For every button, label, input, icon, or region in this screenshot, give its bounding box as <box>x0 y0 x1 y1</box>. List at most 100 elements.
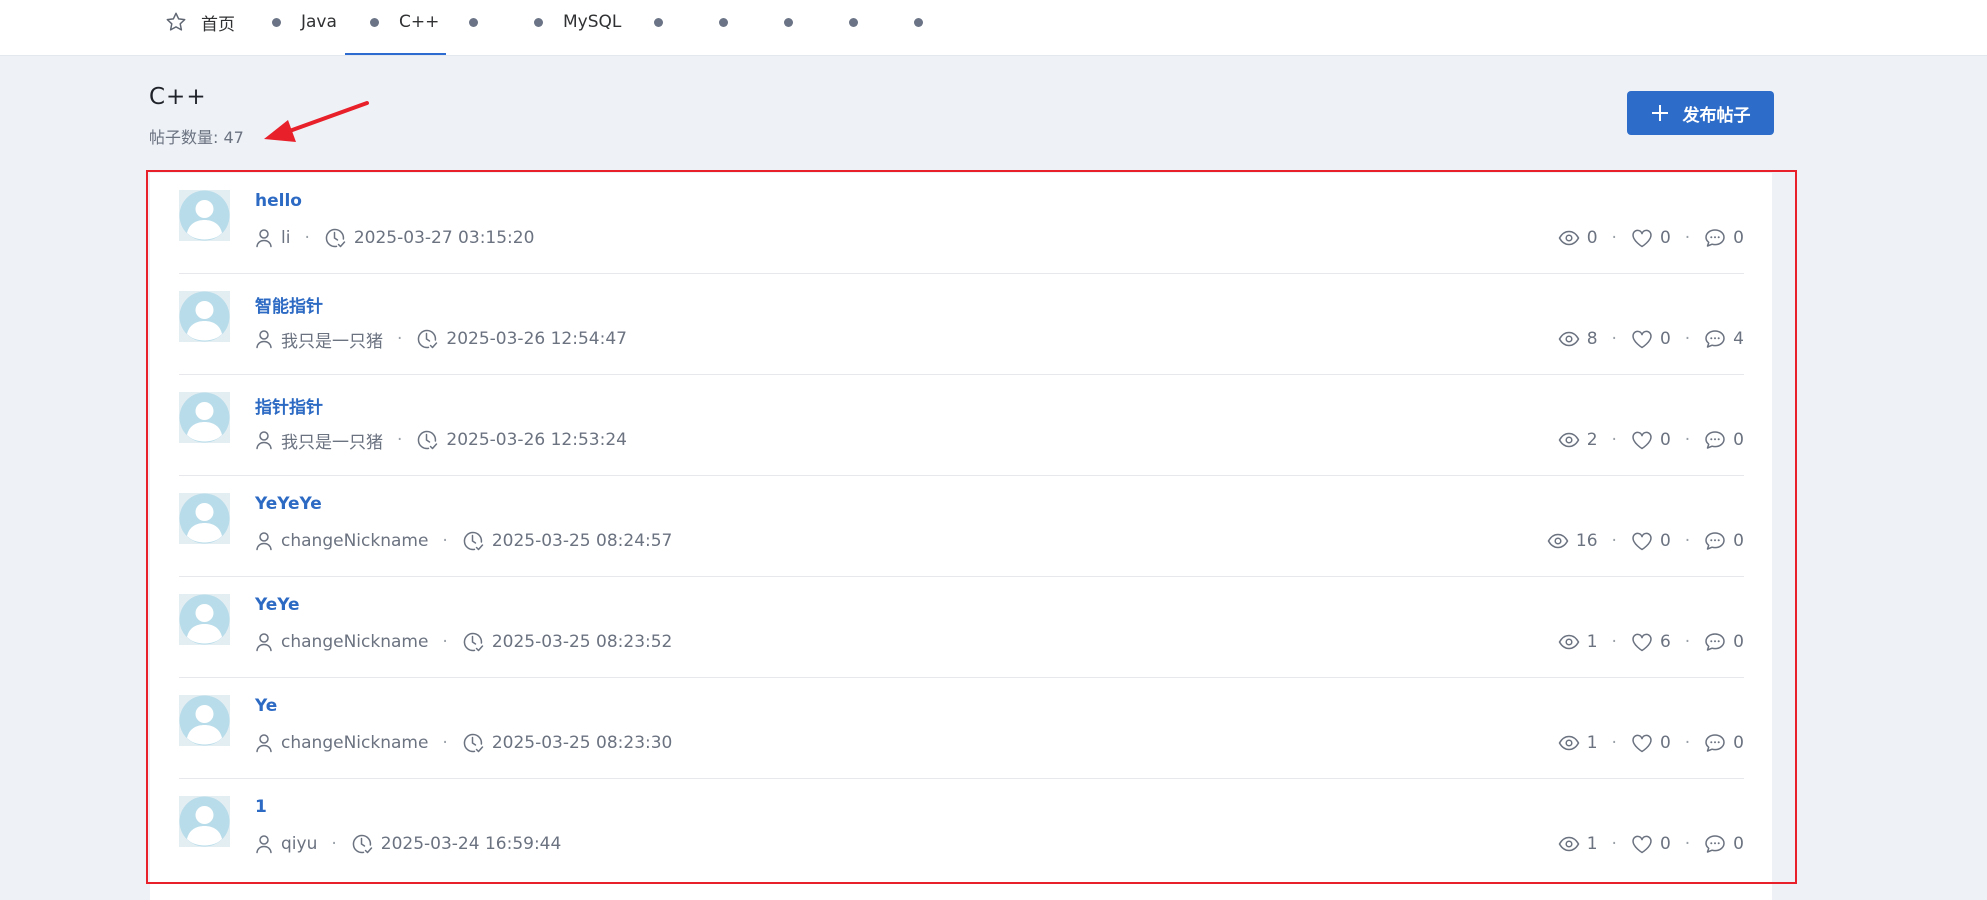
nav-item-home[interactable]: 首页 <box>165 0 235 44</box>
nav-item-unlabeled-5[interactable] <box>849 18 858 27</box>
separator: · <box>1684 228 1691 248</box>
view-count: 1 <box>1558 632 1598 652</box>
user-icon <box>255 228 273 248</box>
post-title[interactable]: YeYe <box>255 595 300 615</box>
post-stats: 0 · 0 · 0 <box>1558 226 1744 250</box>
comment-count[interactable]: 0 <box>1704 733 1744 753</box>
user-icon <box>255 632 273 652</box>
separator: · <box>442 733 448 753</box>
clock-icon <box>416 328 438 350</box>
view-count: 0 <box>1558 228 1598 248</box>
heart-icon <box>1631 329 1653 349</box>
avatar[interactable] <box>179 291 230 342</box>
nav-item-mysql[interactable]: MySQL <box>534 0 621 44</box>
clock-icon <box>462 732 484 754</box>
view-count-value: 0 <box>1586 228 1598 248</box>
clock-icon <box>351 833 373 855</box>
avatar[interactable] <box>179 190 230 241</box>
post-item[interactable]: 智能指针 我只是一只猪 · 2025-03-26 12:54:47 8 · 0 … <box>179 274 1744 375</box>
nav-item-unlabeled-6[interactable] <box>914 18 923 27</box>
publish-post-label: 发布帖子 <box>1682 105 1751 126</box>
post-author[interactable]: changeNickname <box>281 733 428 753</box>
comment-icon <box>1704 329 1726 349</box>
nav-item-java[interactable]: Java <box>272 0 337 44</box>
comment-icon <box>1704 733 1726 753</box>
nav-item-cpp[interactable]: C++ <box>370 0 439 44</box>
post-author[interactable]: 我只是一只猪 <box>281 428 383 453</box>
heart-icon <box>1631 834 1653 854</box>
user-icon <box>255 329 273 349</box>
post-item[interactable]: YeYeYe changeNickname · 2025-03-25 08:24… <box>179 476 1744 577</box>
avatar[interactable] <box>179 695 230 746</box>
comment-count[interactable]: 0 <box>1704 430 1744 450</box>
post-time: 2025-03-26 12:54:47 <box>446 329 627 349</box>
post-title[interactable]: 1 <box>255 797 267 817</box>
heart-icon <box>1631 733 1653 753</box>
post-item[interactable]: 1 qiyu · 2025-03-24 16:59:44 1 · 0 · 0 <box>179 779 1744 880</box>
post-author[interactable]: li <box>281 228 290 248</box>
post-title[interactable]: YeYeYe <box>255 494 322 514</box>
comment-count[interactable]: 0 <box>1704 834 1744 854</box>
post-title[interactable]: Ye <box>255 696 277 716</box>
post-meta: qiyu · 2025-03-24 16:59:44 <box>255 832 561 856</box>
nav-item-unlabeled-1[interactable] <box>469 18 478 27</box>
comment-count[interactable]: 0 <box>1704 632 1744 652</box>
nav-item-unlabeled-4[interactable] <box>784 18 793 27</box>
eye-icon <box>1558 735 1580 751</box>
avatar[interactable] <box>179 392 230 443</box>
plus-icon <box>1651 104 1669 122</box>
publish-post-button[interactable]: 发布帖子 <box>1627 91 1774 135</box>
avatar[interactable] <box>179 594 230 645</box>
comment-count[interactable]: 4 <box>1704 329 1744 349</box>
post-title[interactable]: 智能指针 <box>255 292 323 317</box>
separator: · <box>1684 733 1691 753</box>
post-author[interactable]: 我只是一只猪 <box>281 327 383 352</box>
comment-count[interactable]: 0 <box>1704 228 1744 248</box>
star-icon <box>165 11 187 33</box>
like-count[interactable]: 0 <box>1631 329 1671 349</box>
post-stats: 1 · 0 · 0 <box>1558 832 1744 856</box>
like-count[interactable]: 0 <box>1631 834 1671 854</box>
like-count[interactable]: 0 <box>1631 228 1671 248</box>
post-stats: 16 · 0 · 0 <box>1547 529 1744 553</box>
post-title[interactable]: 指针指针 <box>255 393 323 418</box>
post-meta: changeNickname · 2025-03-25 08:23:52 <box>255 630 672 654</box>
like-count[interactable]: 0 <box>1631 733 1671 753</box>
view-count-value: 8 <box>1586 329 1598 349</box>
view-count-value: 2 <box>1586 430 1598 450</box>
post-item[interactable]: 指针指针 我只是一只猪 · 2025-03-26 12:53:24 2 · 0 … <box>179 375 1744 476</box>
view-count-value: 16 <box>1575 531 1598 551</box>
comment-count-value: 0 <box>1733 430 1744 450</box>
like-count[interactable]: 6 <box>1631 632 1671 652</box>
post-author[interactable]: qiyu <box>281 834 317 854</box>
dot-icon <box>534 17 543 27</box>
avatar[interactable] <box>179 493 230 544</box>
nav-label-java: Java <box>301 12 337 32</box>
comment-count-value: 0 <box>1733 632 1744 652</box>
post-author[interactable]: changeNickname <box>281 632 428 652</box>
post-item[interactable]: Ye changeNickname · 2025-03-25 08:23:30 … <box>179 678 1744 779</box>
post-time: 2025-03-25 08:23:30 <box>491 733 673 753</box>
post-item[interactable]: hello li · 2025-03-27 03:15:20 0 · 0 · 0 <box>179 173 1744 274</box>
comment-count[interactable]: 0 <box>1704 531 1744 551</box>
eye-icon <box>1558 230 1580 246</box>
top-nav: 首页 Java C++ MySQL <box>0 0 1987 56</box>
eye-icon <box>1558 432 1580 448</box>
like-count-value: 0 <box>1659 329 1671 349</box>
post-item[interactable]: YeYe changeNickname · 2025-03-25 08:23:5… <box>179 577 1744 678</box>
post-stats: 2 · 0 · 0 <box>1558 428 1744 452</box>
post-time: 2025-03-27 03:15:20 <box>353 228 535 248</box>
like-count[interactable]: 0 <box>1631 430 1671 450</box>
post-time: 2025-03-25 08:23:52 <box>491 632 673 652</box>
like-count[interactable]: 0 <box>1631 531 1671 551</box>
view-count-value: 1 <box>1586 632 1598 652</box>
comment-icon <box>1704 531 1726 551</box>
avatar[interactable] <box>179 796 230 847</box>
nav-item-unlabeled-2[interactable] <box>654 18 663 27</box>
nav-item-unlabeled-3[interactable] <box>719 18 728 27</box>
separator: · <box>331 834 337 854</box>
post-title[interactable]: hello <box>255 191 302 211</box>
post-meta: 我只是一只猪 · 2025-03-26 12:53:24 <box>255 428 627 453</box>
post-author[interactable]: changeNickname <box>281 531 428 551</box>
view-count: 1 <box>1558 733 1598 753</box>
